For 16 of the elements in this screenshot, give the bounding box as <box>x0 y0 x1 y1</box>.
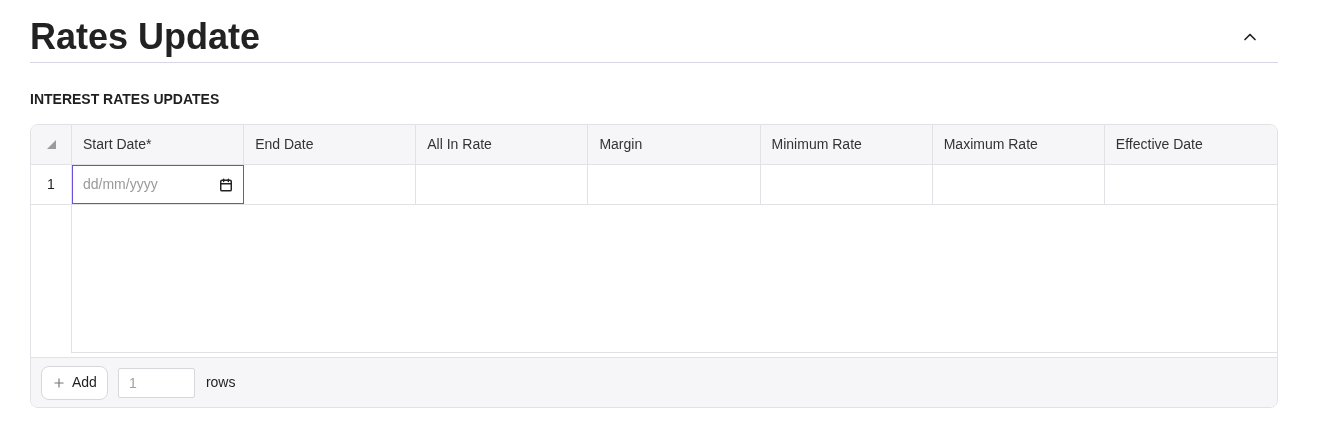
column-header: All In Rate <box>427 135 492 154</box>
column-header: Margin <box>599 135 643 154</box>
column-header: Maximum Rate <box>943 135 1038 154</box>
row-count-field[interactable]: 1 <box>117 367 195 398</box>
row-number: 1 <box>47 175 55 194</box>
corner-triangle-icon[interactable] <box>46 140 56 149</box>
section-title: Rates Update <box>30 15 261 59</box>
rows-label: rows <box>205 373 236 392</box>
column-header: Effective Date <box>1115 135 1203 154</box>
plus-icon <box>52 375 66 390</box>
column-header: Minimum Rate <box>771 135 862 154</box>
add-button[interactable]: Add <box>41 365 108 400</box>
calendar-icon[interactable] <box>219 177 234 192</box>
column-header: End Date <box>255 135 314 154</box>
column-header: Start Date* <box>83 135 152 154</box>
table-title: INTEREST RATES UPDATES <box>30 90 221 109</box>
